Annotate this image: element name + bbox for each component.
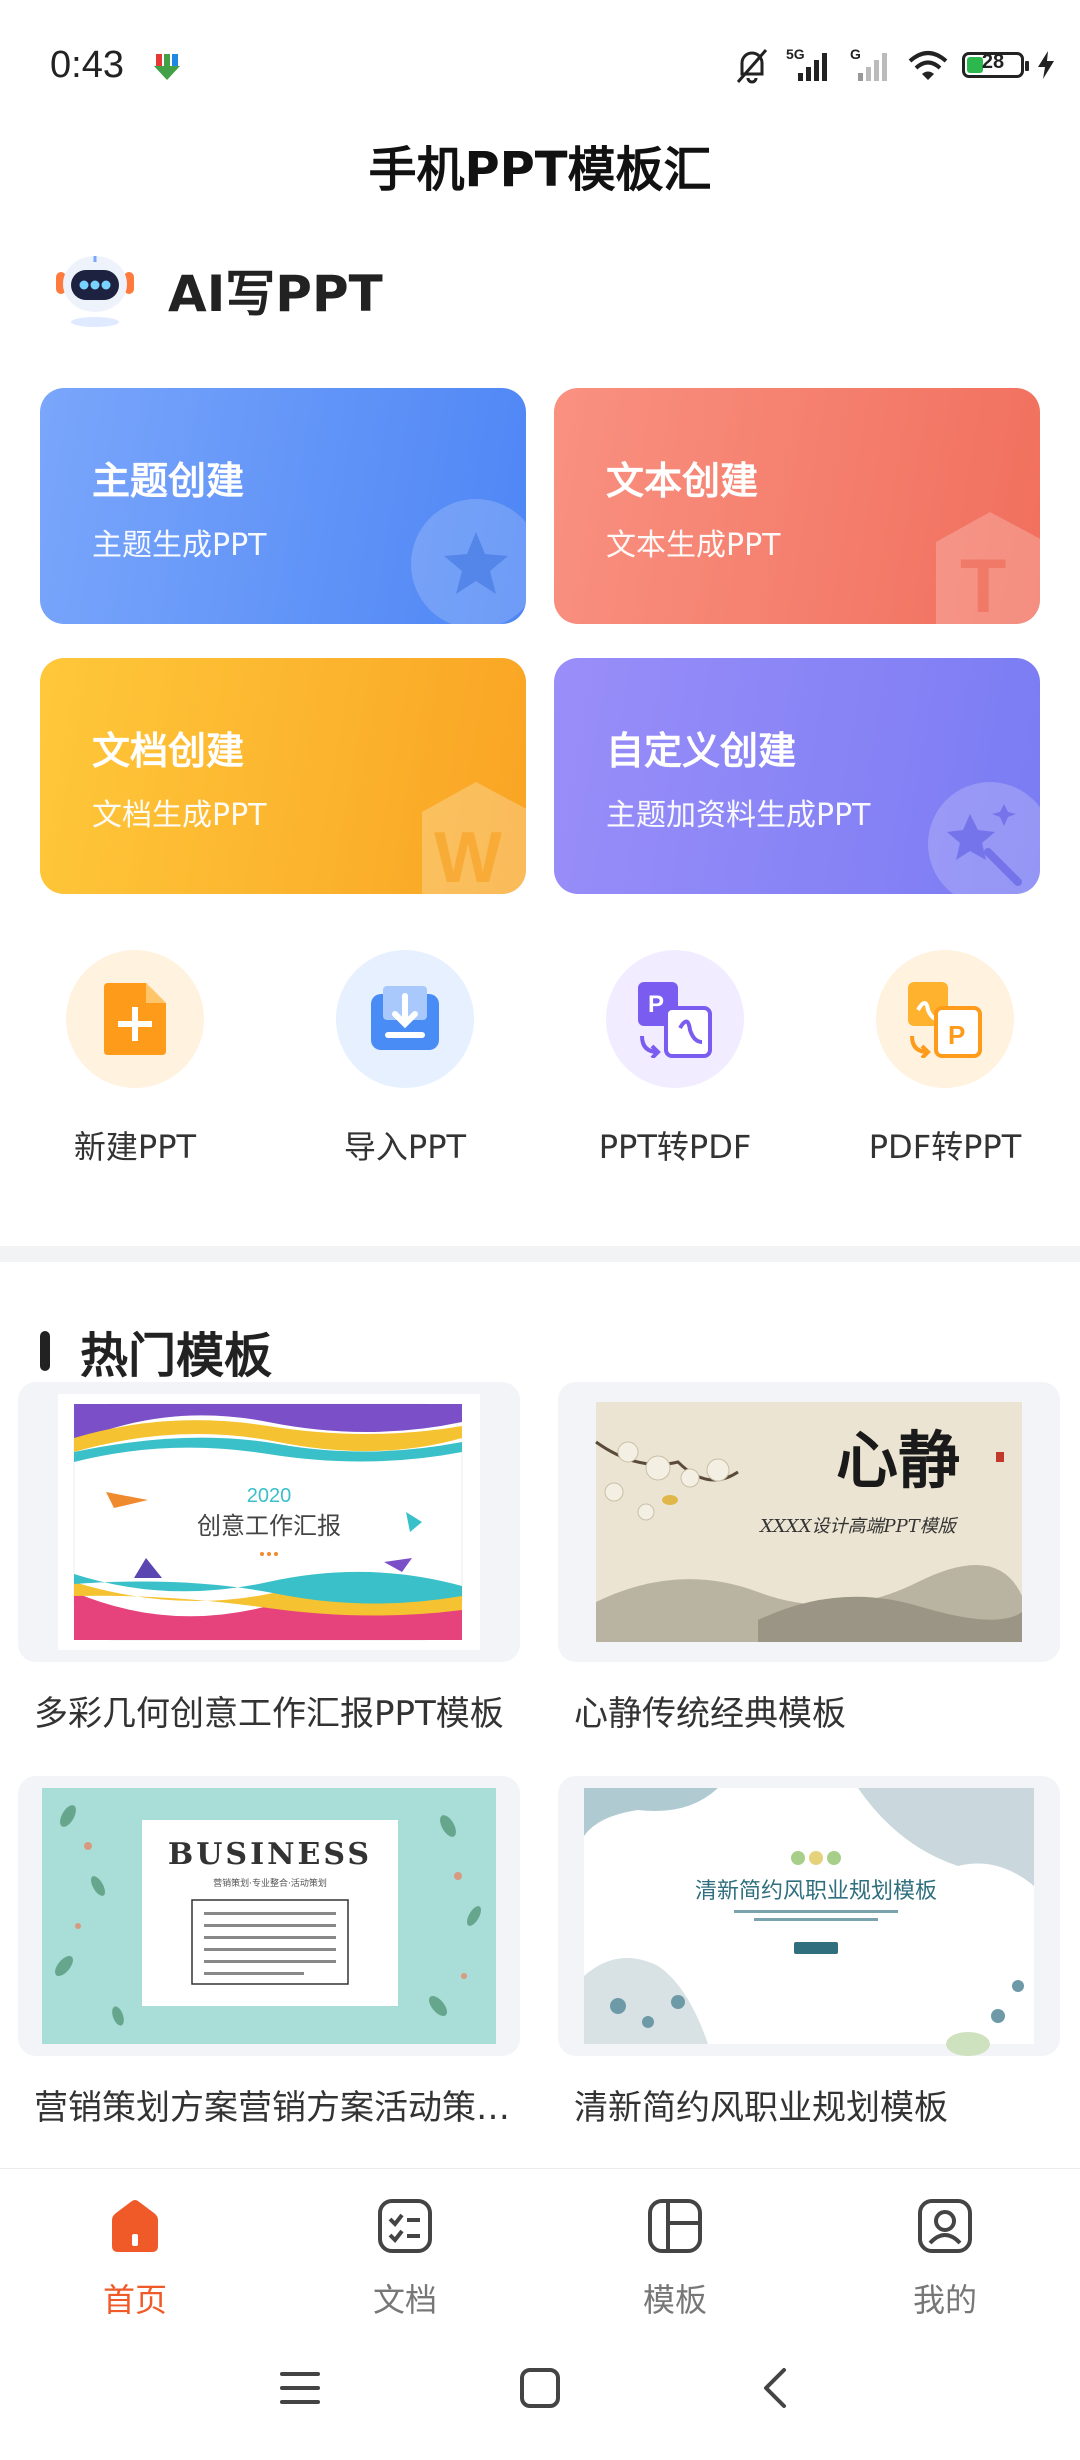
text-create-card[interactable]: 文本创建 文本生成PPT T (554, 388, 1040, 624)
template-grid-icon (648, 2199, 702, 2253)
home-button-icon[interactable] (518, 2366, 562, 2410)
ink-painting-thumbnail: 心静 XXXX设计高端PPT模版 (595, 1402, 1022, 1642)
tool-label: PDF转PPT (868, 1128, 1022, 1166)
status-time: 0:43 (50, 44, 124, 86)
back-icon[interactable] (760, 2366, 790, 2410)
thumb-title: BUSINESS (168, 1837, 372, 1872)
system-navigation-bar (0, 2340, 1080, 2460)
tab-documents[interactable]: 文档 (305, 2191, 505, 2321)
template-thumbnail[interactable]: BUSINESS 营销策划·专业整合·活动策划 (18, 1776, 520, 2056)
tab-label: 模板 (642, 2281, 707, 2319)
import-ppt-button[interactable]: 导入PPT (270, 950, 540, 1168)
ppt-to-pdf-button[interactable]: P PPT转PDF (540, 950, 810, 1168)
template-name: 清新简约风职业规划模板 (574, 2088, 948, 2128)
tool-label: 新建PPT (73, 1128, 197, 1166)
import-icon (371, 986, 439, 1050)
bottom-tab-bar: 首页 文档 模板 我的 (0, 2168, 1080, 2335)
template-thumbnail[interactable]: 2020 创意工作汇报 (18, 1382, 520, 1662)
robot-icon (56, 256, 134, 327)
download-icon (154, 54, 180, 80)
card-subtitle: 文档生成PPT (92, 798, 267, 833)
ai-ppt-label: AI写PPT (168, 265, 383, 323)
template-name: 心静传统经典模板 (574, 1694, 846, 1734)
template-name: 营销策划方案营销方案活动策划PPT (34, 2088, 520, 2128)
thumb-subtitle: XXXX设计高端PPT模版 (758, 1516, 958, 1537)
tab-home[interactable]: 首页 (35, 2191, 235, 2321)
status-bar: 0:43 5G G 28 (0, 0, 1080, 140)
ppt-to-pdf-icon: P (638, 982, 712, 1058)
thumb-title: 清新简约风职业规划模板 (695, 1879, 937, 1904)
doc-create-card[interactable]: 文档创建 文档生成PPT W (40, 658, 526, 894)
svg-text:T: T (960, 544, 1006, 624)
template-thumbnail[interactable]: 清新简约风职业规划模板 (558, 1776, 1060, 2056)
card-title: 文本创建 (606, 459, 759, 503)
thumb-title: 心静 (836, 1424, 960, 1497)
word-w-icon: W (422, 782, 526, 894)
app-title: 手机PPT模板汇 (368, 142, 712, 198)
document-checklist-icon (378, 2199, 432, 2253)
tab-profile[interactable]: 我的 (845, 2191, 1045, 2321)
profile-icon (918, 2199, 972, 2253)
pdf-to-ppt-icon: P (908, 982, 982, 1058)
menu-icon[interactable] (278, 2368, 322, 2408)
section-divider (0, 1246, 1080, 1262)
tool-label: 导入PPT (343, 1128, 467, 1166)
card-subtitle: 文本生成PPT (606, 528, 781, 563)
thumb-title: 创意工作汇报 (197, 1512, 341, 1540)
new-ppt-button[interactable]: 新建PPT (0, 950, 270, 1168)
tab-label: 我的 (912, 2281, 977, 2319)
hot-templates-header: 热门模板 (40, 1316, 272, 1386)
pdf-to-ppt-button[interactable]: P PDF转PPT (810, 950, 1080, 1168)
template-card[interactable]: 心静 XXXX设计高端PPT模版 心静传统经典模板 (558, 1382, 1060, 1735)
thumb-year: 2020 (247, 1485, 292, 1507)
new-file-icon (104, 983, 166, 1055)
svg-text:P: P (948, 1020, 965, 1050)
battery-indicator: 28 (962, 51, 1029, 78)
tab-label: 文档 (372, 2281, 437, 2319)
star-icon (411, 499, 526, 624)
card-subtitle: 主题生成PPT (92, 528, 267, 563)
template-card[interactable]: 2020 创意工作汇报 多彩几何创意工作汇报PPT模板 (18, 1382, 520, 1735)
section-title: 热门模板 (80, 1328, 273, 1384)
bell-muted-icon (736, 49, 768, 84)
colorful-geometric-thumbnail: 2020 创意工作汇报 (58, 1394, 480, 1650)
svg-text:W: W (434, 818, 502, 894)
tab-templates[interactable]: 模板 (575, 2191, 775, 2321)
charging-icon (1038, 51, 1054, 79)
ai-ppt-header[interactable]: AI写PPT (52, 252, 383, 328)
wifi-icon (908, 51, 948, 80)
card-title: 主题创建 (92, 459, 245, 503)
template-card[interactable]: 清新简约风职业规划模板 清新简约风职业规划模板 (558, 1776, 1060, 2129)
svg-text:G: G (850, 47, 861, 62)
template-name: 多彩几何创意工作汇报PPT模板 (34, 1694, 504, 1734)
svg-text:P: P (648, 991, 664, 1018)
card-title: 自定义创建 (606, 729, 797, 773)
signal-g-icon: G (850, 47, 887, 81)
text-t-icon: T (936, 512, 1040, 624)
tool-label: PPT转PDF (598, 1128, 752, 1166)
template-thumbnail[interactable]: 心静 XXXX设计高端PPT模版 (558, 1382, 1060, 1662)
signal-5g-icon: 5G (786, 47, 827, 81)
template-card[interactable]: BUSINESS 营销策划·专业整合·活动策划 营销策划方案营销方案活动策划PP… (18, 1776, 520, 2129)
tab-label: 首页 (102, 2281, 167, 2319)
card-subtitle: 主题加资料生成PPT (606, 798, 871, 833)
custom-create-card[interactable]: 自定义创建 主题加资料生成PPT (554, 658, 1040, 894)
topic-create-card[interactable]: 主题创建 主题生成PPT (40, 388, 526, 624)
svg-text:5G: 5G (786, 47, 805, 62)
fresh-watercolor-thumbnail: 清新简约风职业规划模板 (584, 1788, 1034, 2056)
magic-wand-icon (928, 782, 1040, 894)
home-icon (112, 2200, 158, 2252)
business-leaf-thumbnail: BUSINESS 营销策划·专业整合·活动策划 (42, 1788, 496, 2044)
card-title: 文档创建 (92, 729, 245, 773)
thumb-subtitle: 营销策划·专业整合·活动策划 (213, 1877, 327, 1889)
